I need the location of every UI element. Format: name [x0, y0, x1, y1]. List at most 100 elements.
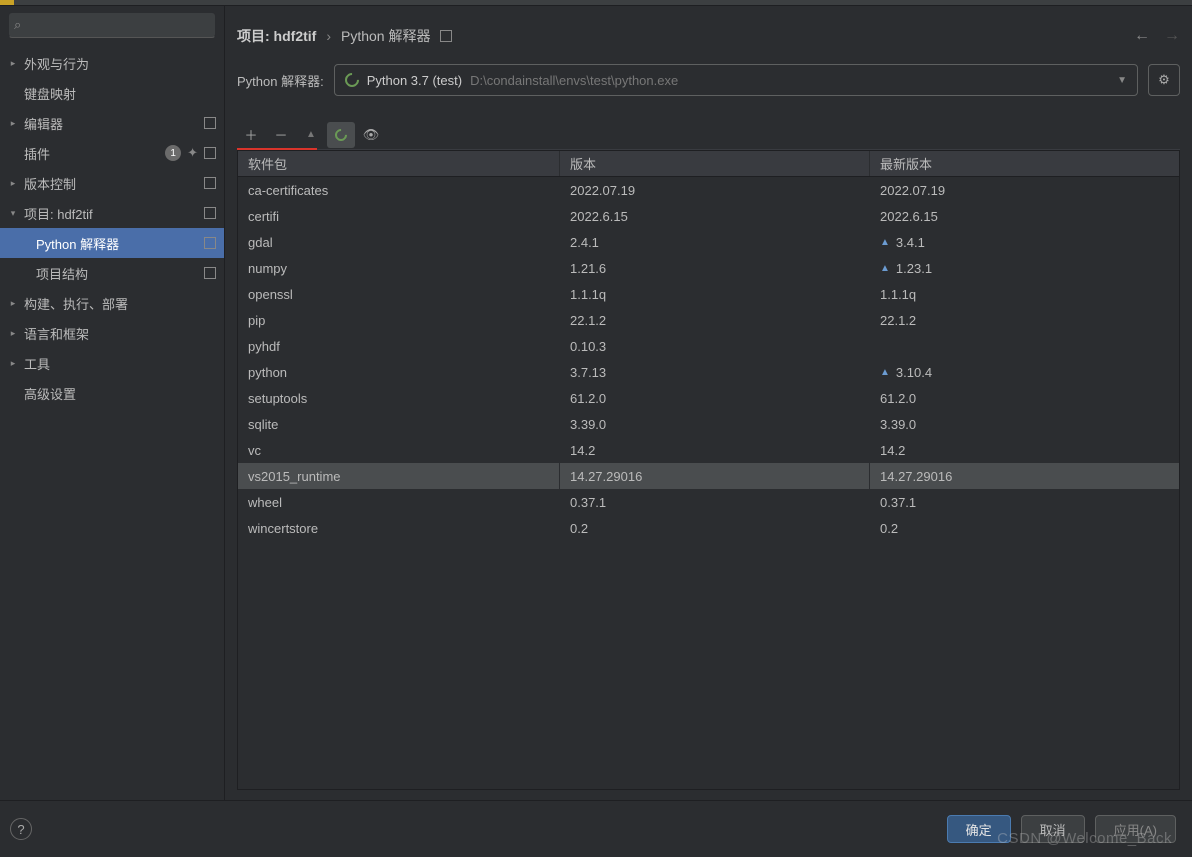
sidebar-item[interactable]: ▸ 外观与行为 — [0, 48, 224, 78]
breadcrumb-current: Python 解释器 — [341, 26, 430, 46]
pkg-name: wheel — [238, 489, 559, 515]
scope-icon — [204, 117, 216, 129]
sidebar-item[interactable]: ▸编辑器 — [0, 108, 224, 138]
dialog-footer: ? 确定 取消 应用(A) — [0, 800, 1192, 857]
settings-gear-button[interactable]: ⚙ — [1148, 64, 1180, 96]
scope-icon — [440, 30, 452, 42]
conda-icon — [342, 70, 362, 90]
sidebar-item[interactable]: 项目结构 — [0, 258, 224, 288]
pkg-latest: 22.1.2 — [869, 307, 1179, 333]
pkg-name: openssl — [238, 281, 559, 307]
sidebar-item[interactable]: 键盘映射 — [0, 78, 224, 108]
table-body: ca-certificates2022.07.192022.07.19certi… — [238, 177, 1179, 789]
table-row[interactable]: vc14.214.2 — [238, 437, 1179, 463]
interpreter-label: Python 解释器: — [237, 71, 324, 90]
help-button[interactable]: ? — [10, 818, 32, 840]
conda-toggle-button[interactable] — [327, 122, 355, 148]
pkg-latest: 14.27.29016 — [869, 463, 1179, 489]
minus-icon: － — [274, 125, 287, 144]
title-bar-accent — [0, 0, 14, 5]
pkg-version: 1.1.1q — [559, 281, 869, 307]
sidebar-item-label: 版本控制 — [24, 174, 204, 193]
pkg-latest: 1.1.1q — [869, 281, 1179, 307]
sidebar-item[interactable]: Python 解释器 — [0, 228, 224, 258]
pkg-name: ca-certificates — [238, 177, 559, 203]
pkg-name: wincertstore — [238, 515, 559, 541]
breadcrumb: 项目: hdf2tif › Python 解释器 — [237, 26, 452, 46]
pkg-version: 1.21.6 — [559, 255, 869, 281]
chevron-right-icon — [8, 388, 18, 398]
gear-icon: ⚙ — [1158, 72, 1170, 88]
chevron-right-icon — [8, 148, 18, 158]
table-row[interactable]: wheel0.37.10.37.1 — [238, 489, 1179, 515]
pkg-version: 2.4.1 — [559, 229, 869, 255]
pkg-latest: 14.2 — [869, 437, 1179, 463]
col-package[interactable]: 软件包 — [238, 151, 559, 176]
col-version[interactable]: 版本 — [559, 151, 869, 176]
table-row[interactable]: numpy1.21.6▲1.23.1 — [238, 255, 1179, 281]
chevron-right-icon: ▸ — [8, 298, 18, 308]
remove-package-button[interactable]: － — [267, 122, 295, 148]
pkg-name: vs2015_runtime — [238, 463, 559, 489]
sidebar-item[interactable]: ▸语言和框架 — [0, 318, 224, 348]
translate-icon: ✦ — [187, 145, 198, 161]
table-row[interactable]: ca-certificates2022.07.192022.07.19 — [238, 177, 1179, 203]
pkg-name: vc — [238, 437, 559, 463]
pkg-name: numpy — [238, 255, 559, 281]
table-row[interactable]: pip22.1.222.1.2 — [238, 307, 1179, 333]
pkg-version: 3.7.13 — [559, 359, 869, 385]
interpreter-path: D:\condainstall\envs\test\python.exe — [470, 73, 678, 88]
packages-table: 软件包 版本 最新版本 ca-certificates2022.07.19202… — [237, 150, 1180, 790]
sidebar-item-label: 键盘映射 — [24, 84, 216, 103]
pkg-latest: ▲1.23.1 — [869, 255, 1179, 281]
sidebar-item-label: 工具 — [24, 354, 216, 373]
table-row[interactable]: vs2015_runtime14.27.2901614.27.29016 — [238, 463, 1179, 489]
pkg-version: 14.2 — [559, 437, 869, 463]
pkg-version: 3.39.0 — [559, 411, 869, 437]
pkg-latest: ▲3.10.4 — [869, 359, 1179, 385]
pkg-latest: 2022.07.19 — [869, 177, 1179, 203]
col-latest[interactable]: 最新版本 — [869, 151, 1179, 176]
sidebar-item[interactable]: 插件1✦ — [0, 138, 224, 168]
breadcrumb-root: 项目: hdf2tif — [237, 26, 316, 46]
conda-icon — [333, 126, 350, 143]
table-row[interactable]: pyhdf0.10.3 — [238, 333, 1179, 359]
table-row[interactable]: wincertstore0.20.2 — [238, 515, 1179, 541]
table-row[interactable]: gdal2.4.1▲3.4.1 — [238, 229, 1179, 255]
sidebar-item[interactable]: ▸版本控制 — [0, 168, 224, 198]
back-icon[interactable]: ← — [1134, 27, 1150, 45]
scope-icon — [204, 177, 216, 189]
search-input[interactable] — [8, 12, 216, 38]
settings-sidebar: ⌕ ▸外观与行为键盘映射▸编辑器插件1✦▸版本控制▾项目: hdf2tifPyt… — [0, 6, 225, 800]
upgrade-arrow-icon: ▲ — [880, 263, 890, 274]
table-row[interactable]: sqlite3.39.03.39.0 — [238, 411, 1179, 437]
table-row[interactable]: openssl1.1.1q1.1.1q — [238, 281, 1179, 307]
table-row[interactable]: certifi2022.6.152022.6.15 — [238, 203, 1179, 229]
table-row[interactable]: setuptools61.2.061.2.0 — [238, 385, 1179, 411]
sidebar-item-label: 语言和框架 — [24, 324, 216, 343]
sidebar-item[interactable]: ▸构建、执行、部署 — [0, 288, 224, 318]
title-bar — [0, 0, 1192, 6]
pkg-version: 0.37.1 — [559, 489, 869, 515]
sidebar-item[interactable]: ▸ 工具 — [0, 348, 224, 378]
update-badge: 1 — [165, 145, 181, 161]
package-toolbar: ＋ － ▲ 👁 — [237, 120, 1180, 150]
add-package-button[interactable]: ＋ — [237, 122, 265, 148]
sidebar-item-label: 外观与行为 — [24, 54, 216, 73]
ok-button[interactable]: 确定 — [947, 815, 1011, 843]
cancel-button[interactable]: 取消 — [1021, 815, 1085, 843]
sidebar-item[interactable]: ▾项目: hdf2tif — [0, 198, 224, 228]
pkg-latest: ▲3.4.1 — [869, 229, 1179, 255]
forward-icon[interactable]: → — [1164, 27, 1180, 45]
chevron-right-icon: ▸ — [8, 58, 18, 68]
sidebar-item[interactable]: 高级设置 — [0, 378, 224, 408]
interpreter-dropdown[interactable]: Python 3.7 (test) D:\condainstall\envs\t… — [334, 64, 1138, 96]
show-early-releases-button[interactable]: 👁 — [357, 122, 385, 148]
apply-button[interactable]: 应用(A) — [1095, 815, 1176, 843]
pkg-version: 2022.07.19 — [559, 177, 869, 203]
pkg-name: python — [238, 359, 559, 385]
upgrade-package-button[interactable]: ▲ — [297, 122, 325, 148]
sidebar-item-label: 编辑器 — [24, 114, 204, 133]
chevron-right-icon: ▸ — [8, 358, 18, 368]
table-row[interactable]: python3.7.13▲3.10.4 — [238, 359, 1179, 385]
